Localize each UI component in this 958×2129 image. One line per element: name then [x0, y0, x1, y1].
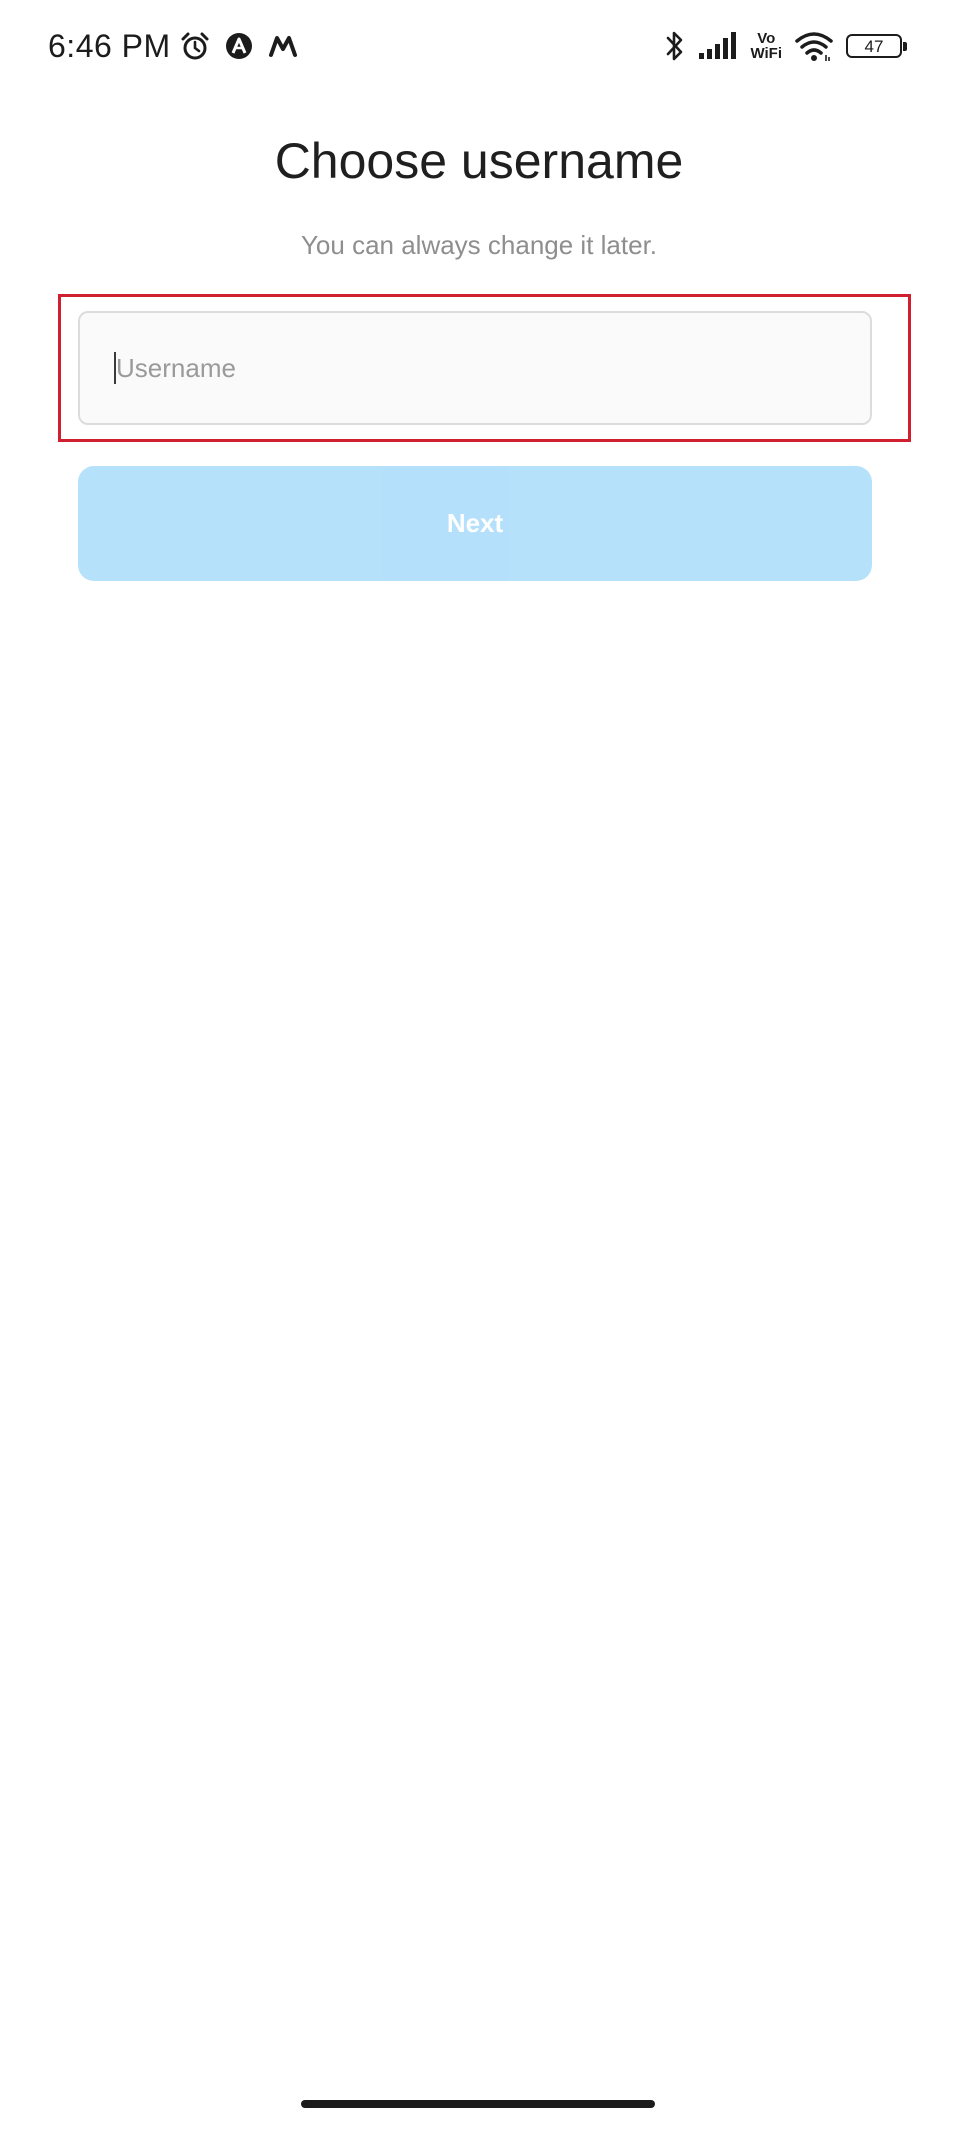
text-cursor: [114, 352, 116, 384]
signal-icon: [698, 31, 738, 61]
status-right-icons: Vo WiFi 47: [664, 26, 907, 66]
battery-icon: 47: [846, 34, 907, 58]
battery-level: 47: [864, 36, 884, 56]
status-time: 6:46 PM: [48, 28, 171, 64]
home-indicator[interactable]: [301, 2100, 655, 2108]
vowifi-bottom-label: WiFi: [750, 45, 782, 62]
battery-tip: [903, 42, 907, 51]
page-subtitle: You can always change it later.: [300, 230, 658, 260]
status-bar: 6:46 PM Vo WiFi 47: [0, 0, 958, 95]
wifi-icon: [794, 30, 834, 62]
next-button[interactable]: Next: [78, 466, 872, 581]
username-input[interactable]: [78, 311, 872, 425]
app-notification-m-icon: [268, 34, 298, 58]
vowifi-icon: Vo WiFi: [750, 31, 782, 61]
app-notification-a-icon: [224, 31, 254, 61]
bluetooth-icon: [664, 29, 686, 63]
vowifi-top-label: Vo: [757, 30, 776, 47]
status-left-icons: [180, 28, 298, 64]
alarm-icon: [180, 31, 210, 61]
page-title: Choose username: [274, 133, 684, 189]
